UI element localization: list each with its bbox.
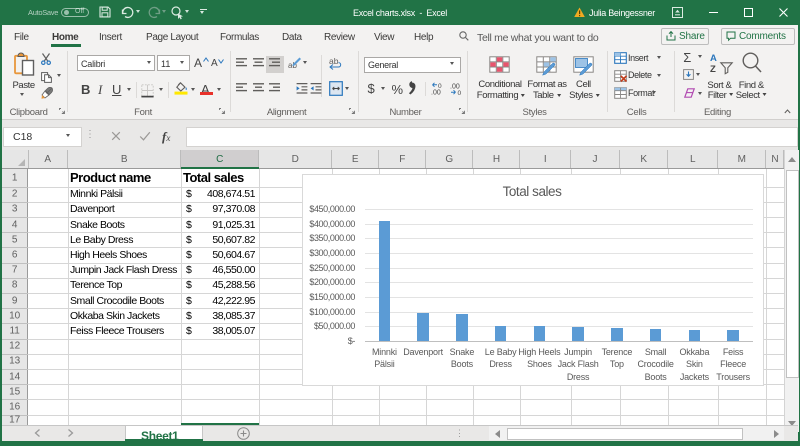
- svg-text:ab: ab: [329, 56, 339, 66]
- svg-text:0: 0: [457, 90, 461, 97]
- svg-text:.00: .00: [431, 90, 441, 97]
- svg-text:0: 0: [438, 83, 442, 90]
